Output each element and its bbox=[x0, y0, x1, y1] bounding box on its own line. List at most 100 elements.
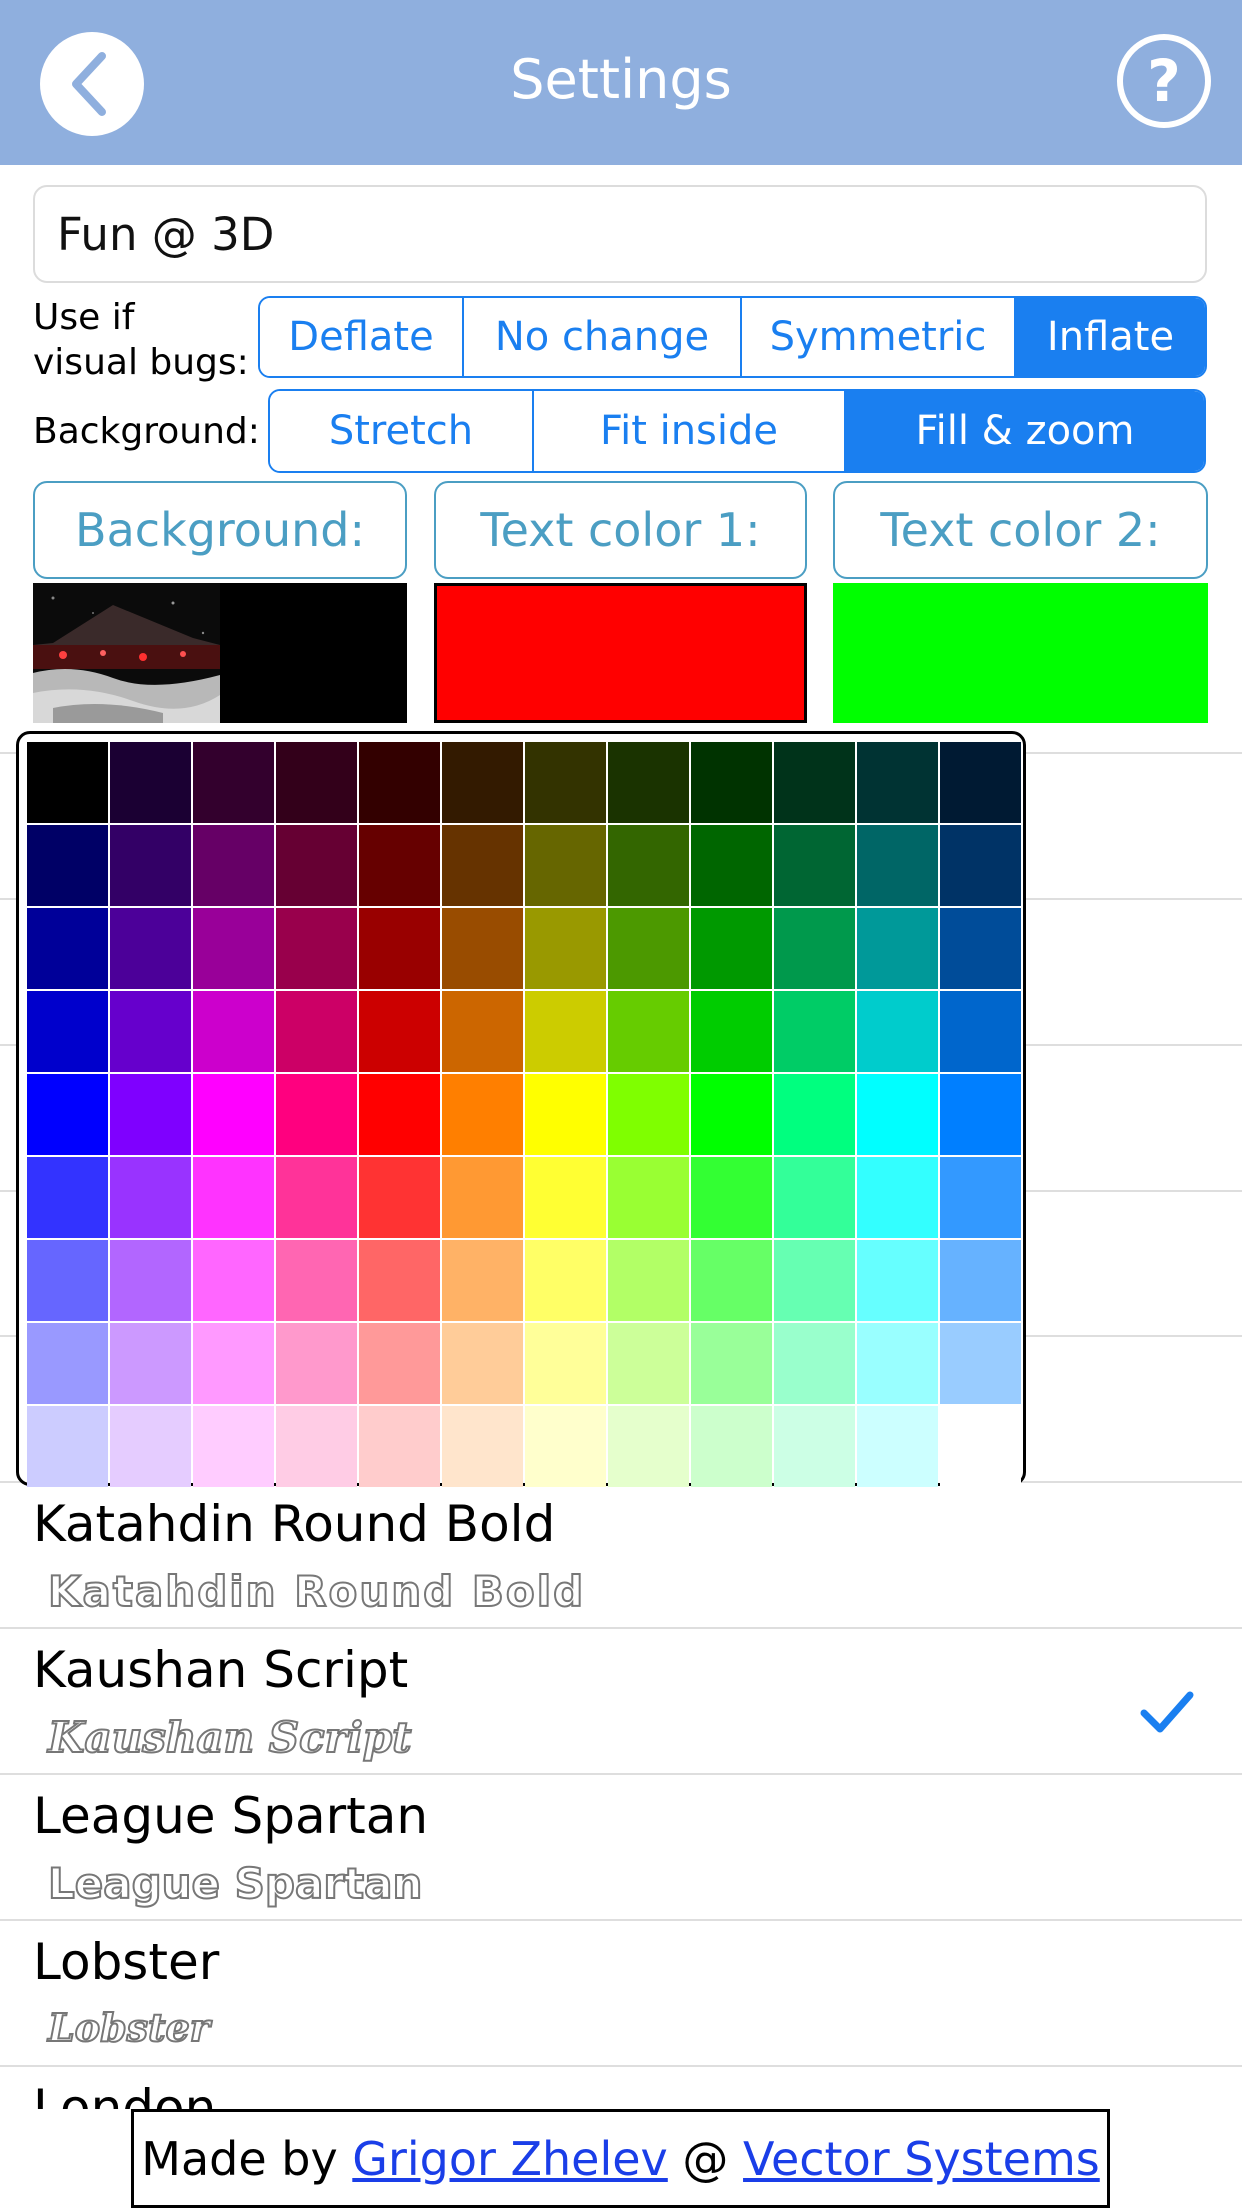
palette-color-cell[interactable] bbox=[27, 991, 108, 1072]
font-row-kaushan-script[interactable]: Kaushan Script Kaushan Script bbox=[0, 1629, 1242, 1774]
palette-color-cell[interactable] bbox=[691, 1406, 772, 1487]
palette-color-cell[interactable] bbox=[608, 1074, 689, 1155]
palette-color-cell[interactable] bbox=[193, 825, 274, 906]
font-row-lobster[interactable]: Lobster Lobster bbox=[0, 1921, 1242, 2066]
palette-color-cell[interactable] bbox=[193, 991, 274, 1072]
palette-color-cell[interactable] bbox=[193, 1240, 274, 1321]
palette-color-cell[interactable] bbox=[857, 1240, 938, 1321]
text-color-1-swatch[interactable] bbox=[434, 583, 807, 723]
palette-color-cell[interactable] bbox=[110, 908, 191, 989]
palette-color-cell[interactable] bbox=[525, 742, 606, 823]
palette-color-cell[interactable] bbox=[525, 908, 606, 989]
palette-color-cell[interactable] bbox=[110, 1240, 191, 1321]
palette-color-cell[interactable] bbox=[442, 1240, 523, 1321]
palette-color-cell[interactable] bbox=[110, 991, 191, 1072]
palette-color-cell[interactable] bbox=[691, 742, 772, 823]
palette-color-cell[interactable] bbox=[442, 1157, 523, 1238]
palette-color-cell[interactable] bbox=[110, 1074, 191, 1155]
palette-color-cell[interactable] bbox=[857, 991, 938, 1072]
palette-color-cell[interactable] bbox=[691, 1157, 772, 1238]
palette-color-cell[interactable] bbox=[193, 1406, 274, 1487]
palette-color-cell[interactable] bbox=[608, 1406, 689, 1487]
palette-color-cell[interactable] bbox=[276, 1074, 357, 1155]
palette-color-cell[interactable] bbox=[774, 1157, 855, 1238]
segment-inflate[interactable]: Inflate bbox=[1016, 298, 1205, 376]
font-row-katahdin-round-bold[interactable]: Katahdin Round Bold Katahdin Round Bold bbox=[0, 1483, 1242, 1628]
palette-color-cell[interactable] bbox=[442, 908, 523, 989]
palette-color-cell[interactable] bbox=[525, 1074, 606, 1155]
palette-color-cell[interactable] bbox=[27, 908, 108, 989]
palette-color-cell[interactable] bbox=[940, 1406, 1021, 1487]
palette-color-cell[interactable] bbox=[774, 1406, 855, 1487]
palette-color-cell[interactable] bbox=[359, 1157, 440, 1238]
palette-color-cell[interactable] bbox=[276, 991, 357, 1072]
help-button[interactable]: ? bbox=[1116, 33, 1212, 129]
palette-color-cell[interactable] bbox=[442, 991, 523, 1072]
text-color-2-swatch[interactable] bbox=[833, 583, 1208, 723]
palette-color-cell[interactable] bbox=[442, 1406, 523, 1487]
background-color-button[interactable]: Background: bbox=[33, 481, 407, 579]
text-color-1-button[interactable]: Text color 1: bbox=[434, 481, 807, 579]
palette-color-cell[interactable] bbox=[525, 1406, 606, 1487]
palette-color-cell[interactable] bbox=[359, 908, 440, 989]
palette-color-cell[interactable] bbox=[774, 991, 855, 1072]
palette-color-cell[interactable] bbox=[359, 742, 440, 823]
palette-color-cell[interactable] bbox=[110, 1406, 191, 1487]
palette-color-cell[interactable] bbox=[525, 991, 606, 1072]
palette-color-cell[interactable] bbox=[359, 991, 440, 1072]
palette-color-cell[interactable] bbox=[857, 1074, 938, 1155]
palette-color-cell[interactable] bbox=[940, 991, 1021, 1072]
palette-color-cell[interactable] bbox=[525, 1157, 606, 1238]
title-text-field[interactable] bbox=[33, 185, 1207, 283]
palette-color-cell[interactable] bbox=[359, 825, 440, 906]
palette-color-cell[interactable] bbox=[110, 1157, 191, 1238]
palette-color-cell[interactable] bbox=[608, 1240, 689, 1321]
palette-color-cell[interactable] bbox=[442, 1074, 523, 1155]
palette-color-cell[interactable] bbox=[193, 1157, 274, 1238]
palette-color-cell[interactable] bbox=[940, 1323, 1021, 1404]
palette-color-cell[interactable] bbox=[774, 908, 855, 989]
palette-color-cell[interactable] bbox=[940, 1240, 1021, 1321]
palette-color-cell[interactable] bbox=[774, 1323, 855, 1404]
palette-color-cell[interactable] bbox=[857, 1406, 938, 1487]
palette-color-cell[interactable] bbox=[691, 991, 772, 1072]
palette-color-cell[interactable] bbox=[27, 1074, 108, 1155]
palette-color-cell[interactable] bbox=[608, 1323, 689, 1404]
palette-color-cell[interactable] bbox=[857, 908, 938, 989]
palette-color-cell[interactable] bbox=[857, 742, 938, 823]
palette-color-cell[interactable] bbox=[691, 1323, 772, 1404]
palette-color-cell[interactable] bbox=[276, 1240, 357, 1321]
palette-color-cell[interactable] bbox=[525, 1240, 606, 1321]
palette-color-cell[interactable] bbox=[27, 1406, 108, 1487]
segment-stretch[interactable]: Stretch bbox=[270, 391, 534, 471]
palette-color-cell[interactable] bbox=[276, 1323, 357, 1404]
palette-color-cell[interactable] bbox=[608, 825, 689, 906]
palette-color-cell[interactable] bbox=[525, 1323, 606, 1404]
palette-color-cell[interactable] bbox=[608, 742, 689, 823]
text-color-2-button[interactable]: Text color 2: bbox=[833, 481, 1208, 579]
palette-color-cell[interactable] bbox=[193, 742, 274, 823]
palette-color-cell[interactable] bbox=[276, 908, 357, 989]
segment-deflate[interactable]: Deflate bbox=[260, 298, 464, 376]
palette-color-cell[interactable] bbox=[442, 1323, 523, 1404]
palette-color-cell[interactable] bbox=[774, 825, 855, 906]
palette-color-cell[interactable] bbox=[774, 1074, 855, 1155]
palette-color-cell[interactable] bbox=[442, 825, 523, 906]
background-image-swatch[interactable] bbox=[33, 583, 407, 723]
font-row-league-spartan[interactable]: League Spartan League Spartan bbox=[0, 1775, 1242, 1920]
palette-color-cell[interactable] bbox=[691, 825, 772, 906]
palette-color-cell[interactable] bbox=[774, 742, 855, 823]
palette-color-cell[interactable] bbox=[691, 908, 772, 989]
palette-color-cell[interactable] bbox=[193, 1323, 274, 1404]
palette-color-cell[interactable] bbox=[27, 825, 108, 906]
palette-color-cell[interactable] bbox=[359, 1323, 440, 1404]
palette-color-cell[interactable] bbox=[276, 1406, 357, 1487]
palette-color-cell[interactable] bbox=[940, 825, 1021, 906]
palette-color-cell[interactable] bbox=[359, 1406, 440, 1487]
palette-color-cell[interactable] bbox=[276, 742, 357, 823]
palette-color-cell[interactable] bbox=[442, 742, 523, 823]
palette-color-cell[interactable] bbox=[608, 991, 689, 1072]
palette-color-cell[interactable] bbox=[27, 742, 108, 823]
palette-color-cell[interactable] bbox=[940, 1157, 1021, 1238]
palette-color-cell[interactable] bbox=[359, 1074, 440, 1155]
